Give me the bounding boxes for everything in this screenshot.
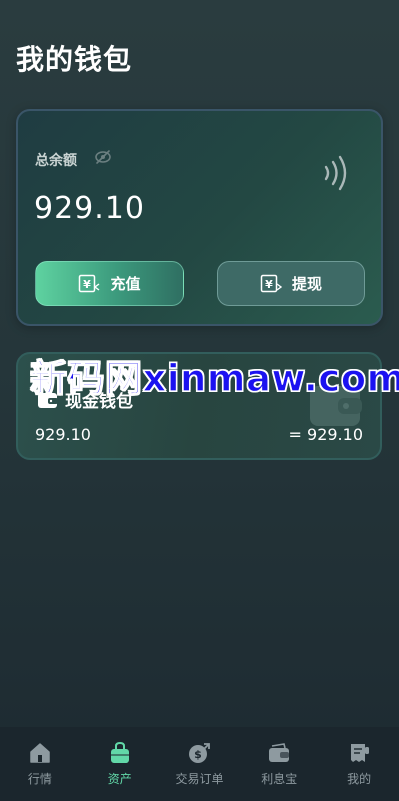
nav-item-orders[interactable]: $ 交易订单 (160, 727, 240, 801)
svg-text:$: $ (195, 748, 203, 761)
nav-item-interest[interactable]: 利息宝 (239, 727, 319, 801)
contactless-icon (324, 155, 347, 191)
wallet-amount: 929.10 (35, 425, 91, 444)
receipt-icon (351, 744, 370, 762)
nav-item-market[interactable]: 行情 (0, 727, 80, 801)
nav-label-interest: 利息宝 (261, 772, 298, 786)
deposit-button[interactable]: ¥ 充值 (35, 261, 184, 306)
total-balance-amount: 929.10 (34, 191, 145, 226)
withdraw-button[interactable]: ¥ 提现 (217, 261, 365, 306)
balance-label: 总余额 (35, 153, 77, 169)
deposit-icon: ¥ (79, 274, 100, 292)
home-icon (30, 743, 50, 763)
watermark-text: 新码网xinmaw.com (29, 356, 399, 400)
deposit-label: 充值 (110, 275, 141, 293)
money-bag-icon: $ (189, 743, 211, 763)
wallet-icon (269, 743, 290, 762)
nav-label-mine: 我的 (347, 772, 372, 786)
bottom-nav: 行情 资产 $ 交易订单 利息宝 我的 (0, 727, 399, 801)
nav-label-assets: 资产 (107, 772, 132, 786)
balance-card: 总余额 929.10 ¥ 充值 ¥ 提现 (16, 109, 383, 326)
eye-hidden-icon[interactable] (93, 147, 113, 167)
nav-item-mine[interactable]: 我的 (319, 727, 399, 801)
svg-text:¥: ¥ (84, 278, 92, 291)
wallet-converted-amount: = 929.10 (288, 425, 363, 444)
nav-label-orders: 交易订单 (175, 772, 224, 786)
withdraw-icon: ¥ (260, 274, 282, 292)
withdraw-label: 提现 (291, 275, 322, 293)
page-title: 我的钱包 (16, 43, 133, 76)
svg-text:¥: ¥ (265, 278, 273, 291)
nav-item-assets[interactable]: 资产 (80, 727, 160, 801)
bag-icon (110, 741, 129, 763)
nav-label-market: 行情 (27, 772, 52, 786)
